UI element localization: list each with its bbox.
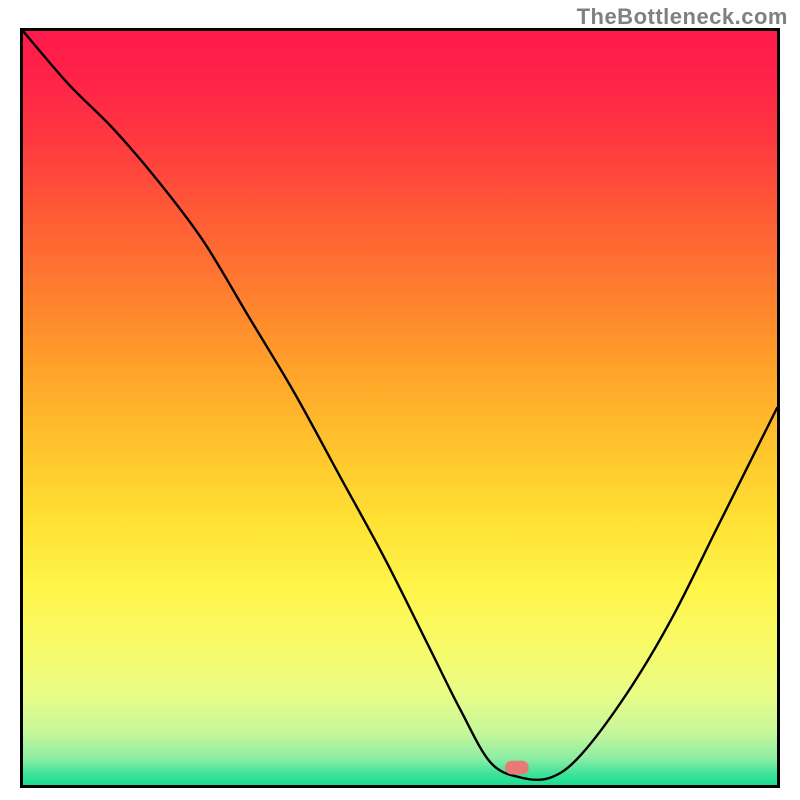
optimal-marker bbox=[506, 761, 529, 774]
watermark-text: TheBottleneck.com bbox=[577, 4, 788, 30]
chart-container: TheBottleneck.com bbox=[0, 0, 800, 800]
plot-area bbox=[20, 28, 780, 788]
chart-svg bbox=[23, 31, 777, 785]
gradient-background bbox=[23, 31, 777, 785]
